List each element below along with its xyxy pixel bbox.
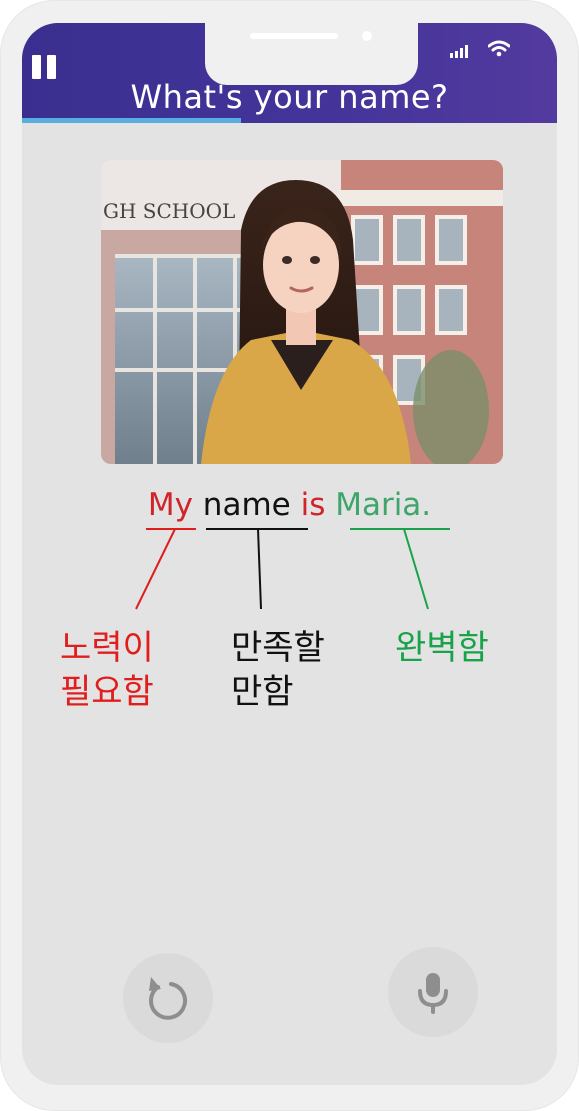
pointer-perfect: [403, 528, 429, 610]
app-screen: What's your name? GH SCHOOL My name is M…: [22, 23, 557, 1085]
feedback-satisfactory-line2: 만함: [231, 672, 294, 712]
microphone-button[interactable]: [388, 947, 478, 1037]
feedback-satisfactory-line1: 만족할: [231, 628, 325, 668]
annotation-pointers: [135, 528, 450, 610]
feedback-needs-work-line2: 필요함: [60, 672, 154, 712]
feedback-needs-work: 노력이 필요함: [60, 626, 154, 714]
pointer-satisfactory: [257, 528, 262, 610]
pointer-needs-work: [135, 528, 176, 610]
microphone-icon: [418, 973, 448, 1014]
phone-frame: What's your name? GH SCHOOL My name is M…: [0, 0, 579, 1111]
retry-button[interactable]: [123, 953, 213, 1043]
feedback-needs-work-line1: 노력이: [60, 628, 154, 668]
feedback-perfect-line1: 완벽함: [395, 628, 489, 668]
feedback-satisfactory: 만족할 만함: [231, 626, 325, 714]
feedback-perfect: 완벽함: [395, 626, 489, 670]
retry-icon: [149, 977, 188, 1020]
